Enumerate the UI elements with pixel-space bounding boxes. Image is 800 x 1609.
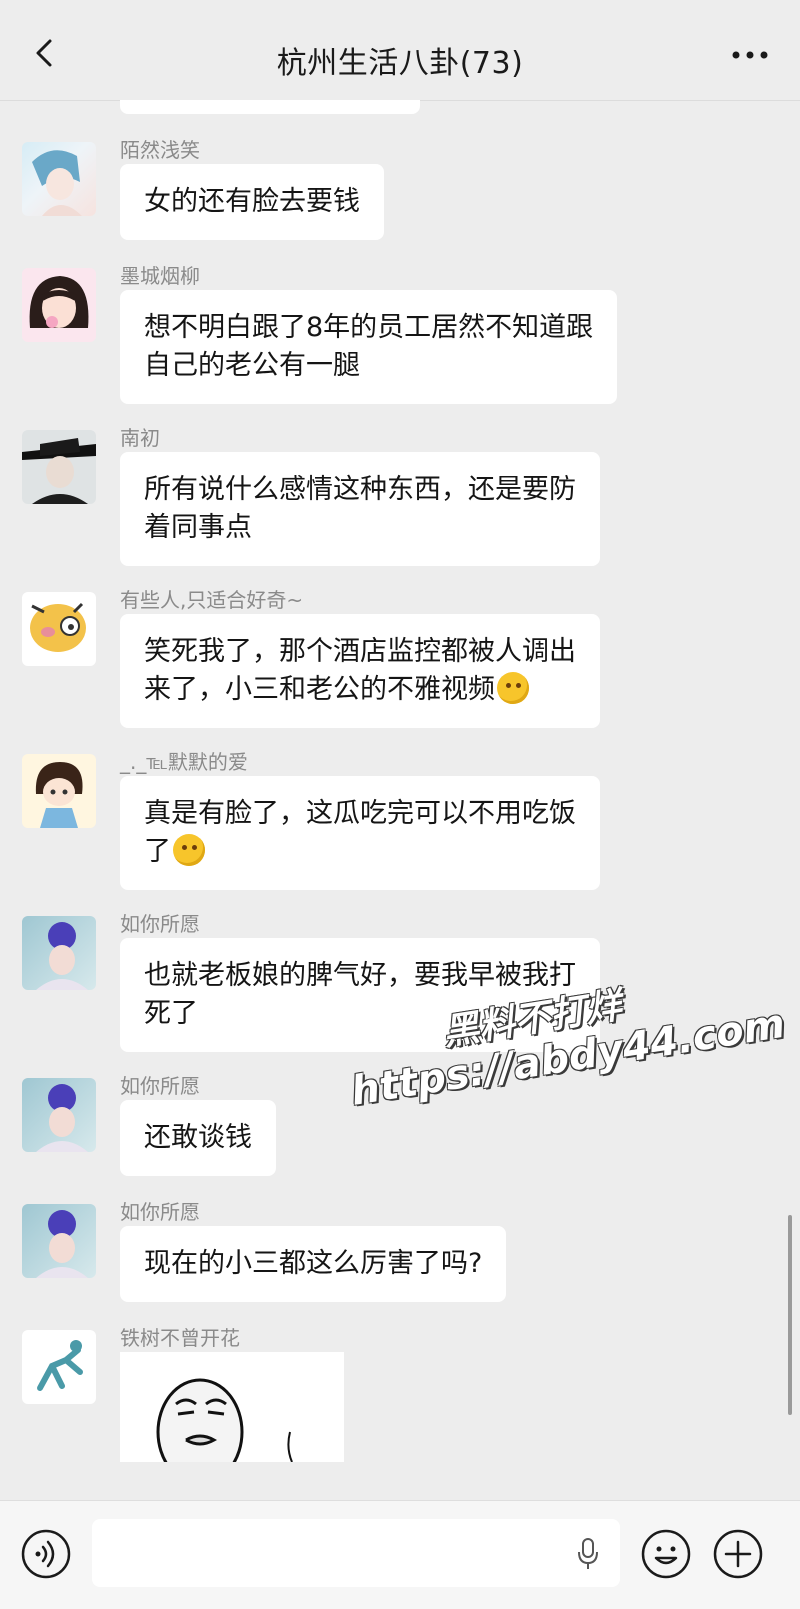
sender-name: 如你所愿 xyxy=(120,1200,200,1224)
sender-name: 有些人,只适合好奇~ xyxy=(120,588,304,612)
sender-name: 铁树不曾开花 xyxy=(120,1326,240,1350)
avatar-image xyxy=(36,1084,88,1152)
message-bubble[interactable]: 所有说什么感情这种东西，还是要防 着同事点 xyxy=(120,452,600,566)
message-bubble[interactable]: 还敢谈钱 xyxy=(120,1100,276,1176)
message-text: 也就老板娘的脾气好，要我早被我打 xyxy=(144,960,576,991)
message-text: 女的还有脸去要钱 xyxy=(144,186,360,217)
emoji-icon[interactable] xyxy=(640,1528,692,1580)
message-input[interactable] xyxy=(92,1519,620,1587)
sender-name: _._℡默默的爱 xyxy=(120,750,248,774)
chat-header: 杭州生活八卦(73) xyxy=(0,0,800,101)
input-bar xyxy=(0,1500,800,1609)
message-bubble[interactable]: 女的还有脸去要钱 xyxy=(120,164,384,240)
avatar[interactable] xyxy=(22,754,96,828)
message-bubble[interactable]: 现在的小三都这么厉害了吗? xyxy=(120,1226,507,1302)
sender-name: 如你所愿 xyxy=(120,1074,200,1098)
message-text: 想不明白跟了8年的员工居然不知道跟 xyxy=(144,312,594,343)
microphone-icon[interactable] xyxy=(576,1537,600,1571)
message-list[interactable]: 陌然浅笑 女的还有脸去要钱 墨城烟柳 想不明白跟了8年的员工居然不知道跟 自己的… xyxy=(0,100,800,1500)
message-text: 现在的小三都这么厉害了吗? xyxy=(144,1248,483,1279)
avatar[interactable] xyxy=(22,916,96,990)
avatar-image xyxy=(37,1340,83,1391)
message-bubble[interactable]: 真是有脸了，这瓜吃完可以不用吃饭 了 xyxy=(120,776,600,890)
message-text: 了 xyxy=(144,836,171,867)
thinking-face-emoji xyxy=(497,672,529,704)
avatar-image xyxy=(35,762,83,828)
avatar[interactable] xyxy=(22,1330,96,1404)
message-text: 着同事点 xyxy=(144,512,252,543)
avatar-image xyxy=(36,922,88,990)
message-bubble[interactable]: 笑死我了，那个酒店监控都被人调出 来了，小三和老公的不雅视频 xyxy=(120,614,600,728)
sender-name: 陌然浅笑 xyxy=(120,138,200,162)
avatar-image xyxy=(22,438,96,504)
avatar-image xyxy=(30,602,86,652)
message-text: 真是有脸了，这瓜吃完可以不用吃饭 xyxy=(144,798,576,829)
sender-name: 墨城烟柳 xyxy=(120,264,200,288)
message-text: 自己的老公有一腿 xyxy=(144,350,360,381)
sender-name: 如你所愿 xyxy=(120,912,200,936)
avatar[interactable] xyxy=(22,592,96,666)
avatar[interactable] xyxy=(22,430,96,504)
avatar[interactable] xyxy=(22,1078,96,1152)
avatar[interactable] xyxy=(22,268,96,342)
scrollbar[interactable] xyxy=(788,1215,792,1415)
rolling-laughing-emoji xyxy=(173,834,205,866)
sender-name: 南初 xyxy=(120,426,160,450)
chat-title: 杭州生活八卦(73) xyxy=(276,46,524,81)
plus-icon[interactable] xyxy=(712,1528,764,1580)
message-text: 笑死我了，那个酒店监控都被人调出 xyxy=(144,636,576,667)
message-text: 还敢谈钱 xyxy=(144,1122,252,1153)
previous-message-bubble xyxy=(120,100,420,114)
avatar-image xyxy=(32,150,82,216)
meme-face-sticker[interactable] xyxy=(120,1352,344,1462)
message-text: 所有说什么感情这种东西，还是要防 xyxy=(144,474,576,505)
more-dots-icon[interactable] xyxy=(728,40,772,70)
avatar-image xyxy=(29,276,89,328)
message-bubble[interactable]: 想不明白跟了8年的员工居然不知道跟 自己的老公有一腿 xyxy=(120,290,618,404)
avatar[interactable] xyxy=(22,142,96,216)
message-text: 死了 xyxy=(144,998,198,1029)
avatar[interactable] xyxy=(22,1204,96,1278)
message-bubble[interactable]: 也就老板娘的脾气好，要我早被我打 死了 xyxy=(120,938,600,1052)
avatar-image xyxy=(36,1210,88,1278)
message-text: 来了，小三和老公的不雅视频 xyxy=(144,674,495,705)
voice-icon[interactable] xyxy=(20,1528,72,1580)
